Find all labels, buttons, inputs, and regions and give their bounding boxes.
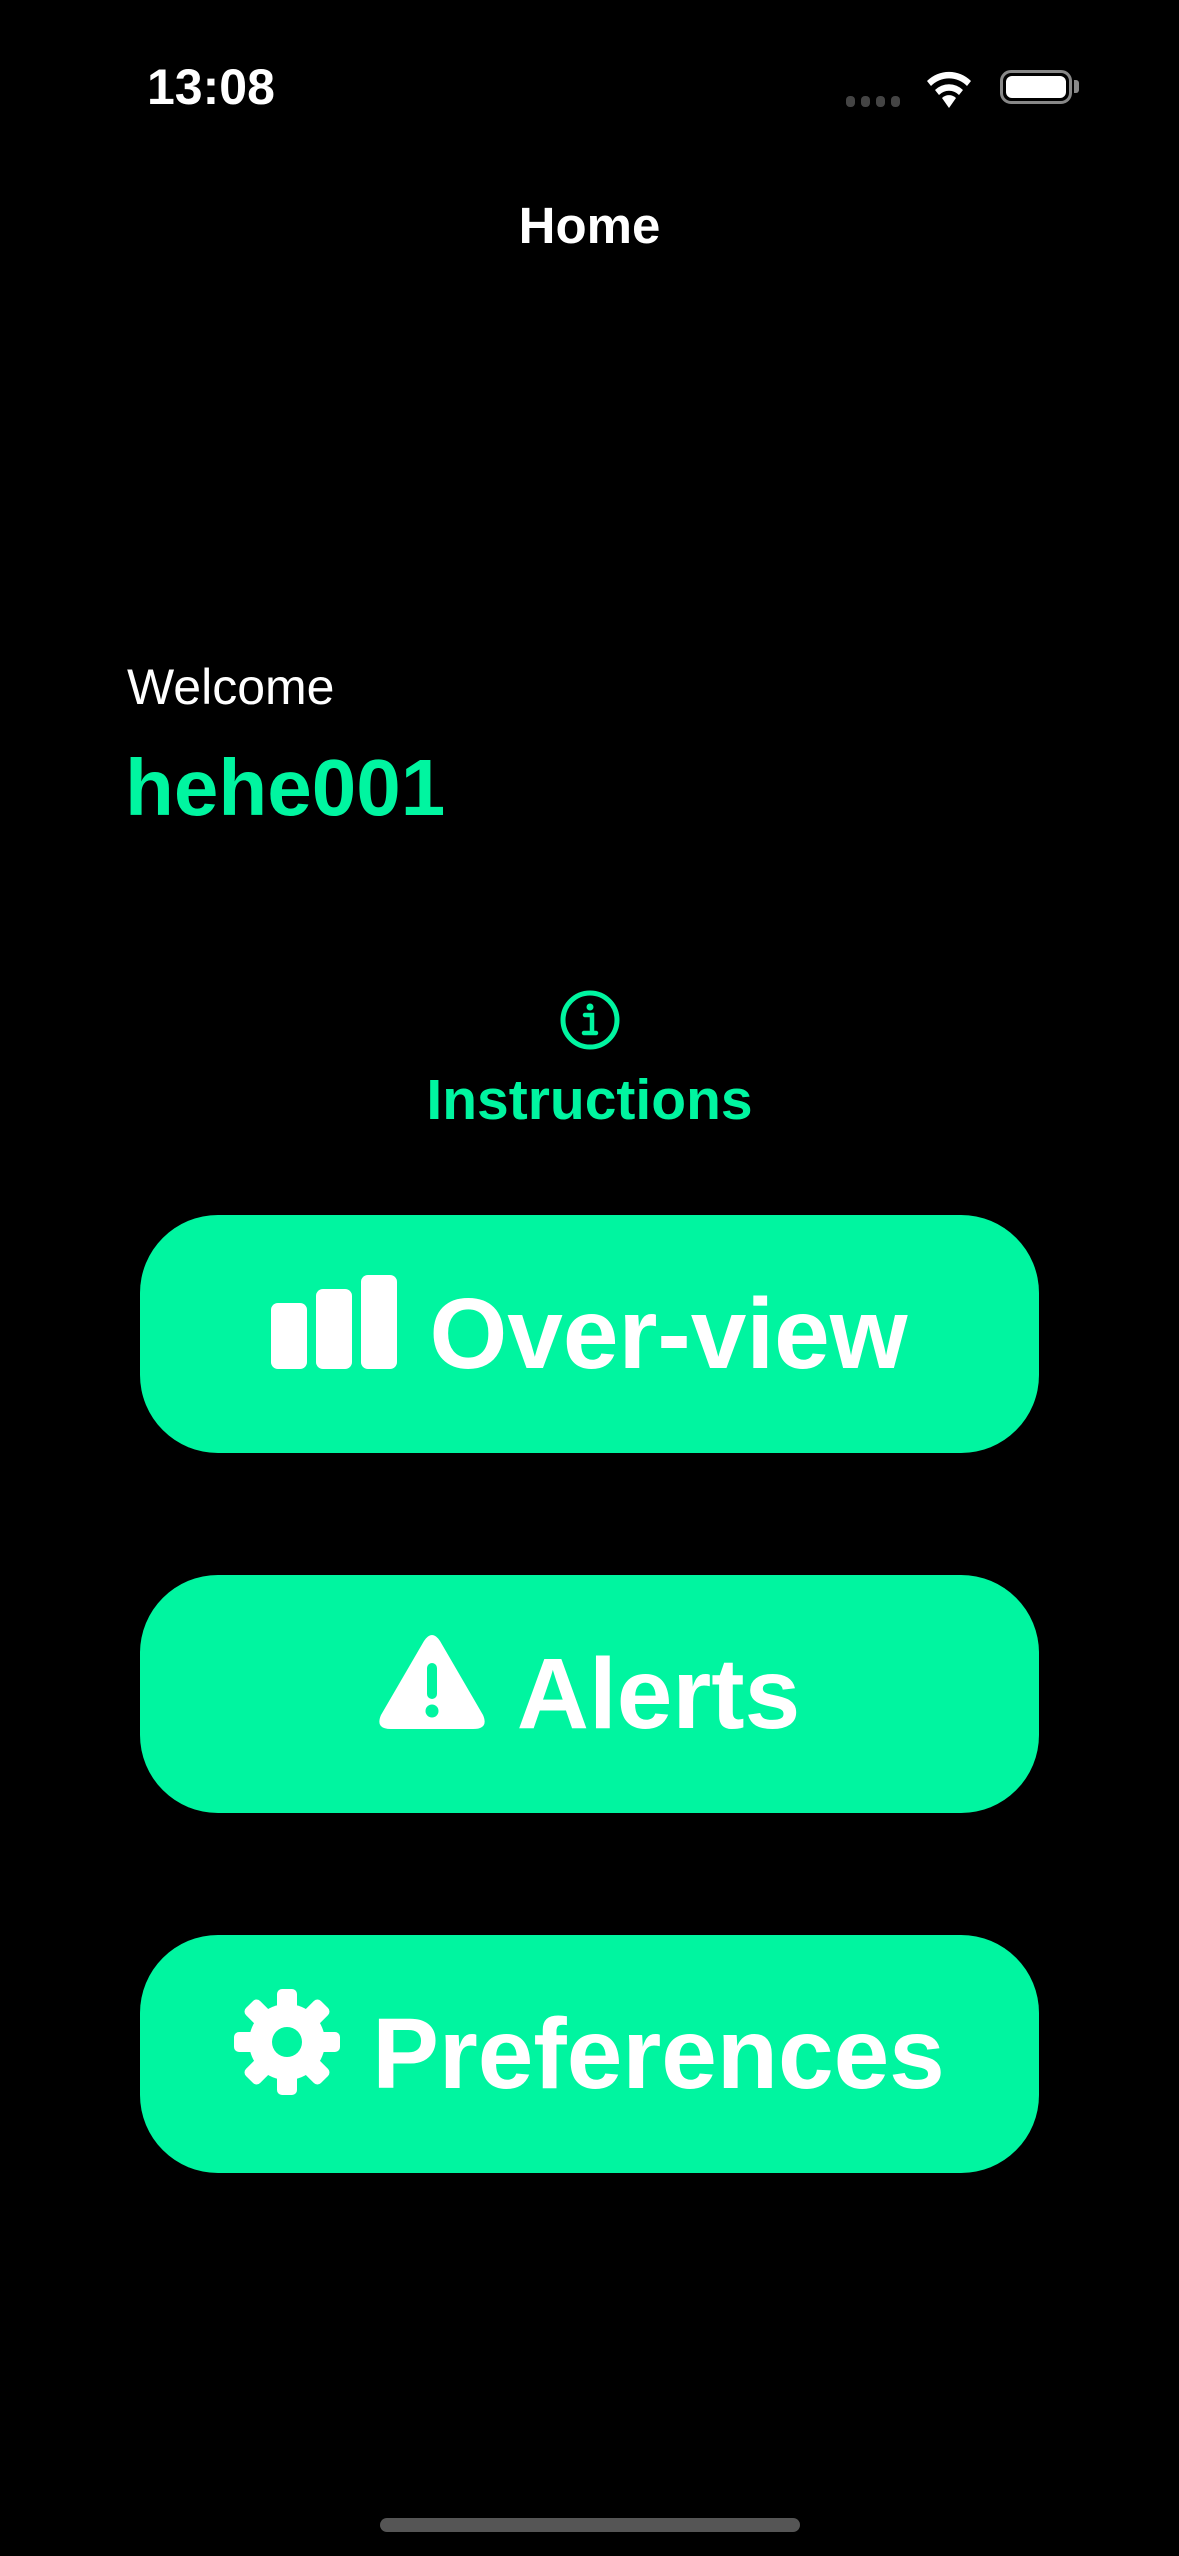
- status-time: 13:08: [147, 59, 275, 115]
- battery-icon: [1000, 70, 1072, 104]
- bar-chart-icon: [271, 1275, 398, 1393]
- home-indicator[interactable]: [380, 2518, 800, 2532]
- warning-triangle-icon: [379, 1635, 485, 1753]
- alerts-label: Alerts: [516, 1637, 801, 1750]
- preferences-button[interactable]: Preferences: [140, 1935, 1039, 2173]
- info-circle-icon: [560, 990, 620, 1055]
- overview-button[interactable]: Over-view: [140, 1215, 1039, 1453]
- instructions-label: Instructions: [426, 1068, 753, 1132]
- battery-cap: [1074, 80, 1079, 93]
- alerts-button[interactable]: Alerts: [140, 1575, 1039, 1813]
- welcome-label: Welcome: [127, 659, 335, 715]
- preferences-label: Preferences: [372, 1997, 945, 2110]
- signal-icon: [846, 96, 900, 107]
- gear-icon: [234, 1989, 341, 2119]
- username-label: hehe001: [125, 743, 446, 832]
- overview-label: Over-view: [429, 1277, 908, 1390]
- page-title: Home: [518, 197, 661, 254]
- instructions-button[interactable]: Instructions: [0, 990, 1179, 1133]
- wifi-icon: [924, 66, 974, 113]
